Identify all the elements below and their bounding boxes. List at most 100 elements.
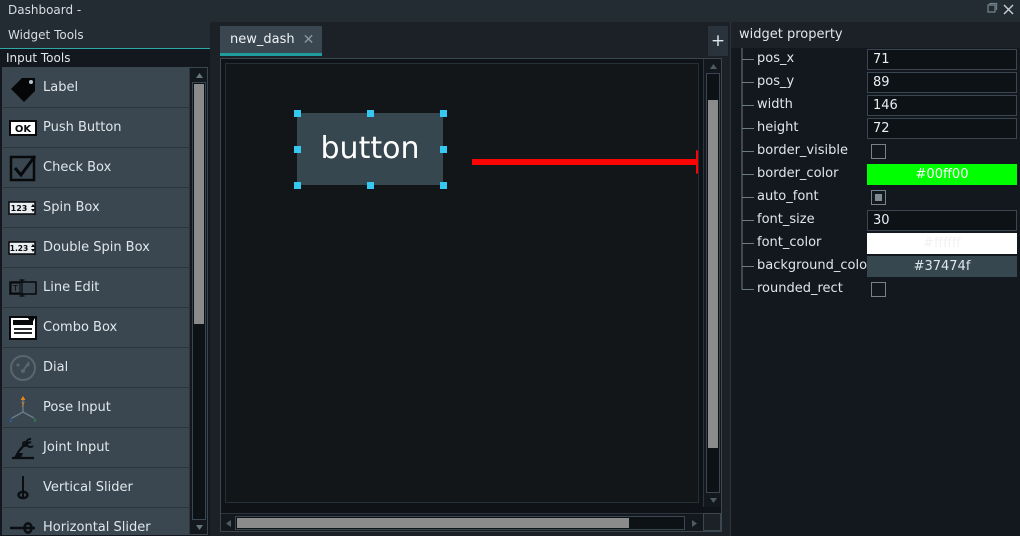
vertical-slider-icon (3, 468, 43, 508)
tool-item-dial[interactable]: Dial (3, 348, 189, 388)
property-row-width: width 146 (731, 94, 1020, 117)
tool-item-push-button[interactable]: OK Push Button (3, 108, 189, 148)
canvas-hscrollbar-thumb[interactable] (237, 518, 629, 528)
canvas-vscrollbar-thumb[interactable] (708, 100, 718, 448)
dashboard-canvas[interactable]: button (225, 63, 699, 503)
resize-handle-e[interactable] (439, 145, 447, 153)
tool-item-pose-input[interactable]: y z x Pose Input (3, 388, 189, 428)
tool-item-spin-box[interactable]: 123 Spin Box (3, 188, 189, 228)
property-label: border_visible (757, 143, 848, 158)
resize-handle-sw[interactable] (293, 181, 301, 189)
checkbox-border_visible[interactable] (871, 144, 886, 159)
tree-branch-icon (741, 209, 754, 232)
tab-strip: new_dash ✕ (220, 26, 323, 58)
property-label: height (757, 120, 799, 135)
color-swatch-border_color[interactable]: #00ff00 (867, 164, 1017, 185)
sidebar-scrollbar[interactable] (189, 68, 207, 534)
canvas-vertical-scrollbar[interactable] (703, 59, 721, 507)
tool-item-joint-input[interactable]: Joint Input (3, 428, 189, 468)
tool-item-label: Double Spin Box (43, 240, 150, 255)
property-input-font_size[interactable]: 30 (867, 210, 1017, 231)
property-label: pos_y (757, 74, 795, 89)
widget-property-title: widget property (739, 27, 843, 42)
widget-property-panel: widget property pos_x 71 pos_y 89 width 146 he… (730, 22, 1020, 536)
property-label: auto_font (757, 189, 819, 204)
property-input-pos_x[interactable]: 71 (867, 49, 1017, 70)
property-label: background_color (757, 258, 873, 273)
add-tab-button[interactable]: + (708, 26, 728, 56)
resize-handle-ne[interactable] (439, 109, 447, 117)
tool-item-label: Horizontal Slider (43, 520, 151, 535)
ok-button-icon: OK (3, 108, 43, 148)
button-widget-label: button (320, 131, 420, 166)
close-icon[interactable] (1001, 2, 1016, 18)
color-swatch-font_color[interactable]: #ffffff (867, 233, 1017, 254)
checkbox-rounded_rect[interactable] (871, 282, 886, 297)
canvas-hscrollbar-track[interactable] (235, 516, 685, 530)
tree-branch-icon (741, 255, 754, 278)
tool-item-label: Label (43, 80, 79, 95)
spinbox-123-icon: 123 (3, 188, 43, 228)
property-row-font_size: font_size 30 (731, 209, 1020, 232)
pose-axes-icon: y z x (3, 388, 43, 428)
tool-item-double-spin-box[interactable]: 1.23 Double Spin Box (3, 228, 189, 268)
resize-handle-se[interactable] (439, 181, 447, 189)
canvas-scroll-right-arrow-icon[interactable] (687, 514, 701, 532)
property-input-pos_y[interactable]: 89 (867, 72, 1017, 93)
property-input-width[interactable]: 146 (867, 95, 1017, 116)
property-row-border_visible: border_visible (731, 140, 1020, 163)
tool-item-combo-box[interactable]: Combo Box (3, 308, 189, 348)
tool-item-horizontal-slider[interactable]: Horizontal Slider (3, 508, 189, 535)
scrollbar-corner (703, 513, 721, 531)
tab-new_dash[interactable]: new_dash ✕ (220, 26, 323, 56)
tag-icon (3, 68, 43, 108)
canvas-scroll-down-arrow-icon[interactable] (704, 493, 722, 507)
dial-icon (3, 348, 43, 388)
canvas-horizontal-scrollbar[interactable] (221, 513, 703, 531)
property-label: font_size (757, 212, 815, 227)
svg-text:1.23: 1.23 (10, 244, 29, 253)
property-row-pos_y: pos_y 89 (731, 71, 1020, 94)
tool-item-vertical-slider[interactable]: Vertical Slider (3, 468, 189, 508)
property-label: width (757, 97, 793, 112)
property-row-border_color: border_color #00ff00 (731, 163, 1020, 186)
tree-branch-icon (741, 71, 754, 94)
robot-arm-icon (3, 428, 43, 468)
red-arrow-annotation (472, 150, 698, 174)
tree-branch-icon (741, 117, 754, 140)
restore-icon[interactable] (984, 2, 999, 18)
input-tools-header: Input Tools (0, 49, 210, 67)
canvas-scroll-left-arrow-icon[interactable] (221, 514, 235, 532)
tool-item-label: Line Edit (43, 280, 100, 295)
property-input-height[interactable]: 72 (867, 118, 1017, 139)
property-row-auto_font: auto_font (731, 186, 1020, 209)
scroll-up-arrow-icon[interactable] (190, 68, 207, 82)
property-row-font_color: font_color #ffffff (731, 232, 1020, 255)
tool-item-line-edit[interactable]: T Line Edit (3, 268, 189, 308)
canvas-vscrollbar-track[interactable] (706, 73, 720, 493)
color-swatch-background_color[interactable]: #37474f (867, 256, 1017, 277)
sidebar-title: Widget Tools (8, 28, 84, 42)
sidebar-scrollbar-track[interactable] (192, 82, 206, 520)
property-label: border_color (757, 166, 839, 181)
svg-text:123: 123 (11, 204, 28, 213)
tools-list: Label OK Push Button Check Box 123 Spin Box 1.… (3, 68, 189, 535)
resize-handle-nw[interactable] (293, 109, 301, 117)
tool-item-check-box[interactable]: Check Box (3, 148, 189, 188)
canvas-scroll-up-arrow-icon[interactable] (704, 59, 722, 73)
property-rows: pos_x 71 pos_y 89 width 146 height 72 border_vis… (731, 48, 1020, 536)
tree-branch-icon (741, 140, 754, 163)
resize-handle-n[interactable] (366, 109, 374, 117)
resize-handle-s[interactable] (366, 181, 374, 189)
property-row-pos_x: pos_x 71 (731, 48, 1020, 71)
tree-branch-icon (741, 232, 754, 255)
tree-branch-icon (741, 186, 754, 209)
button-widget[interactable]: button (297, 113, 443, 185)
tab-close-icon[interactable]: ✕ (303, 33, 315, 47)
tool-item-label[interactable]: Label (3, 68, 189, 108)
input-tools-section: Input Tools Label OK Push Button Check Box 1… (0, 48, 210, 536)
checkbox-auto_font[interactable] (871, 190, 886, 205)
resize-handle-w[interactable] (293, 145, 301, 153)
scroll-down-arrow-icon[interactable] (190, 520, 207, 534)
sidebar-scrollbar-thumb[interactable] (194, 84, 204, 324)
